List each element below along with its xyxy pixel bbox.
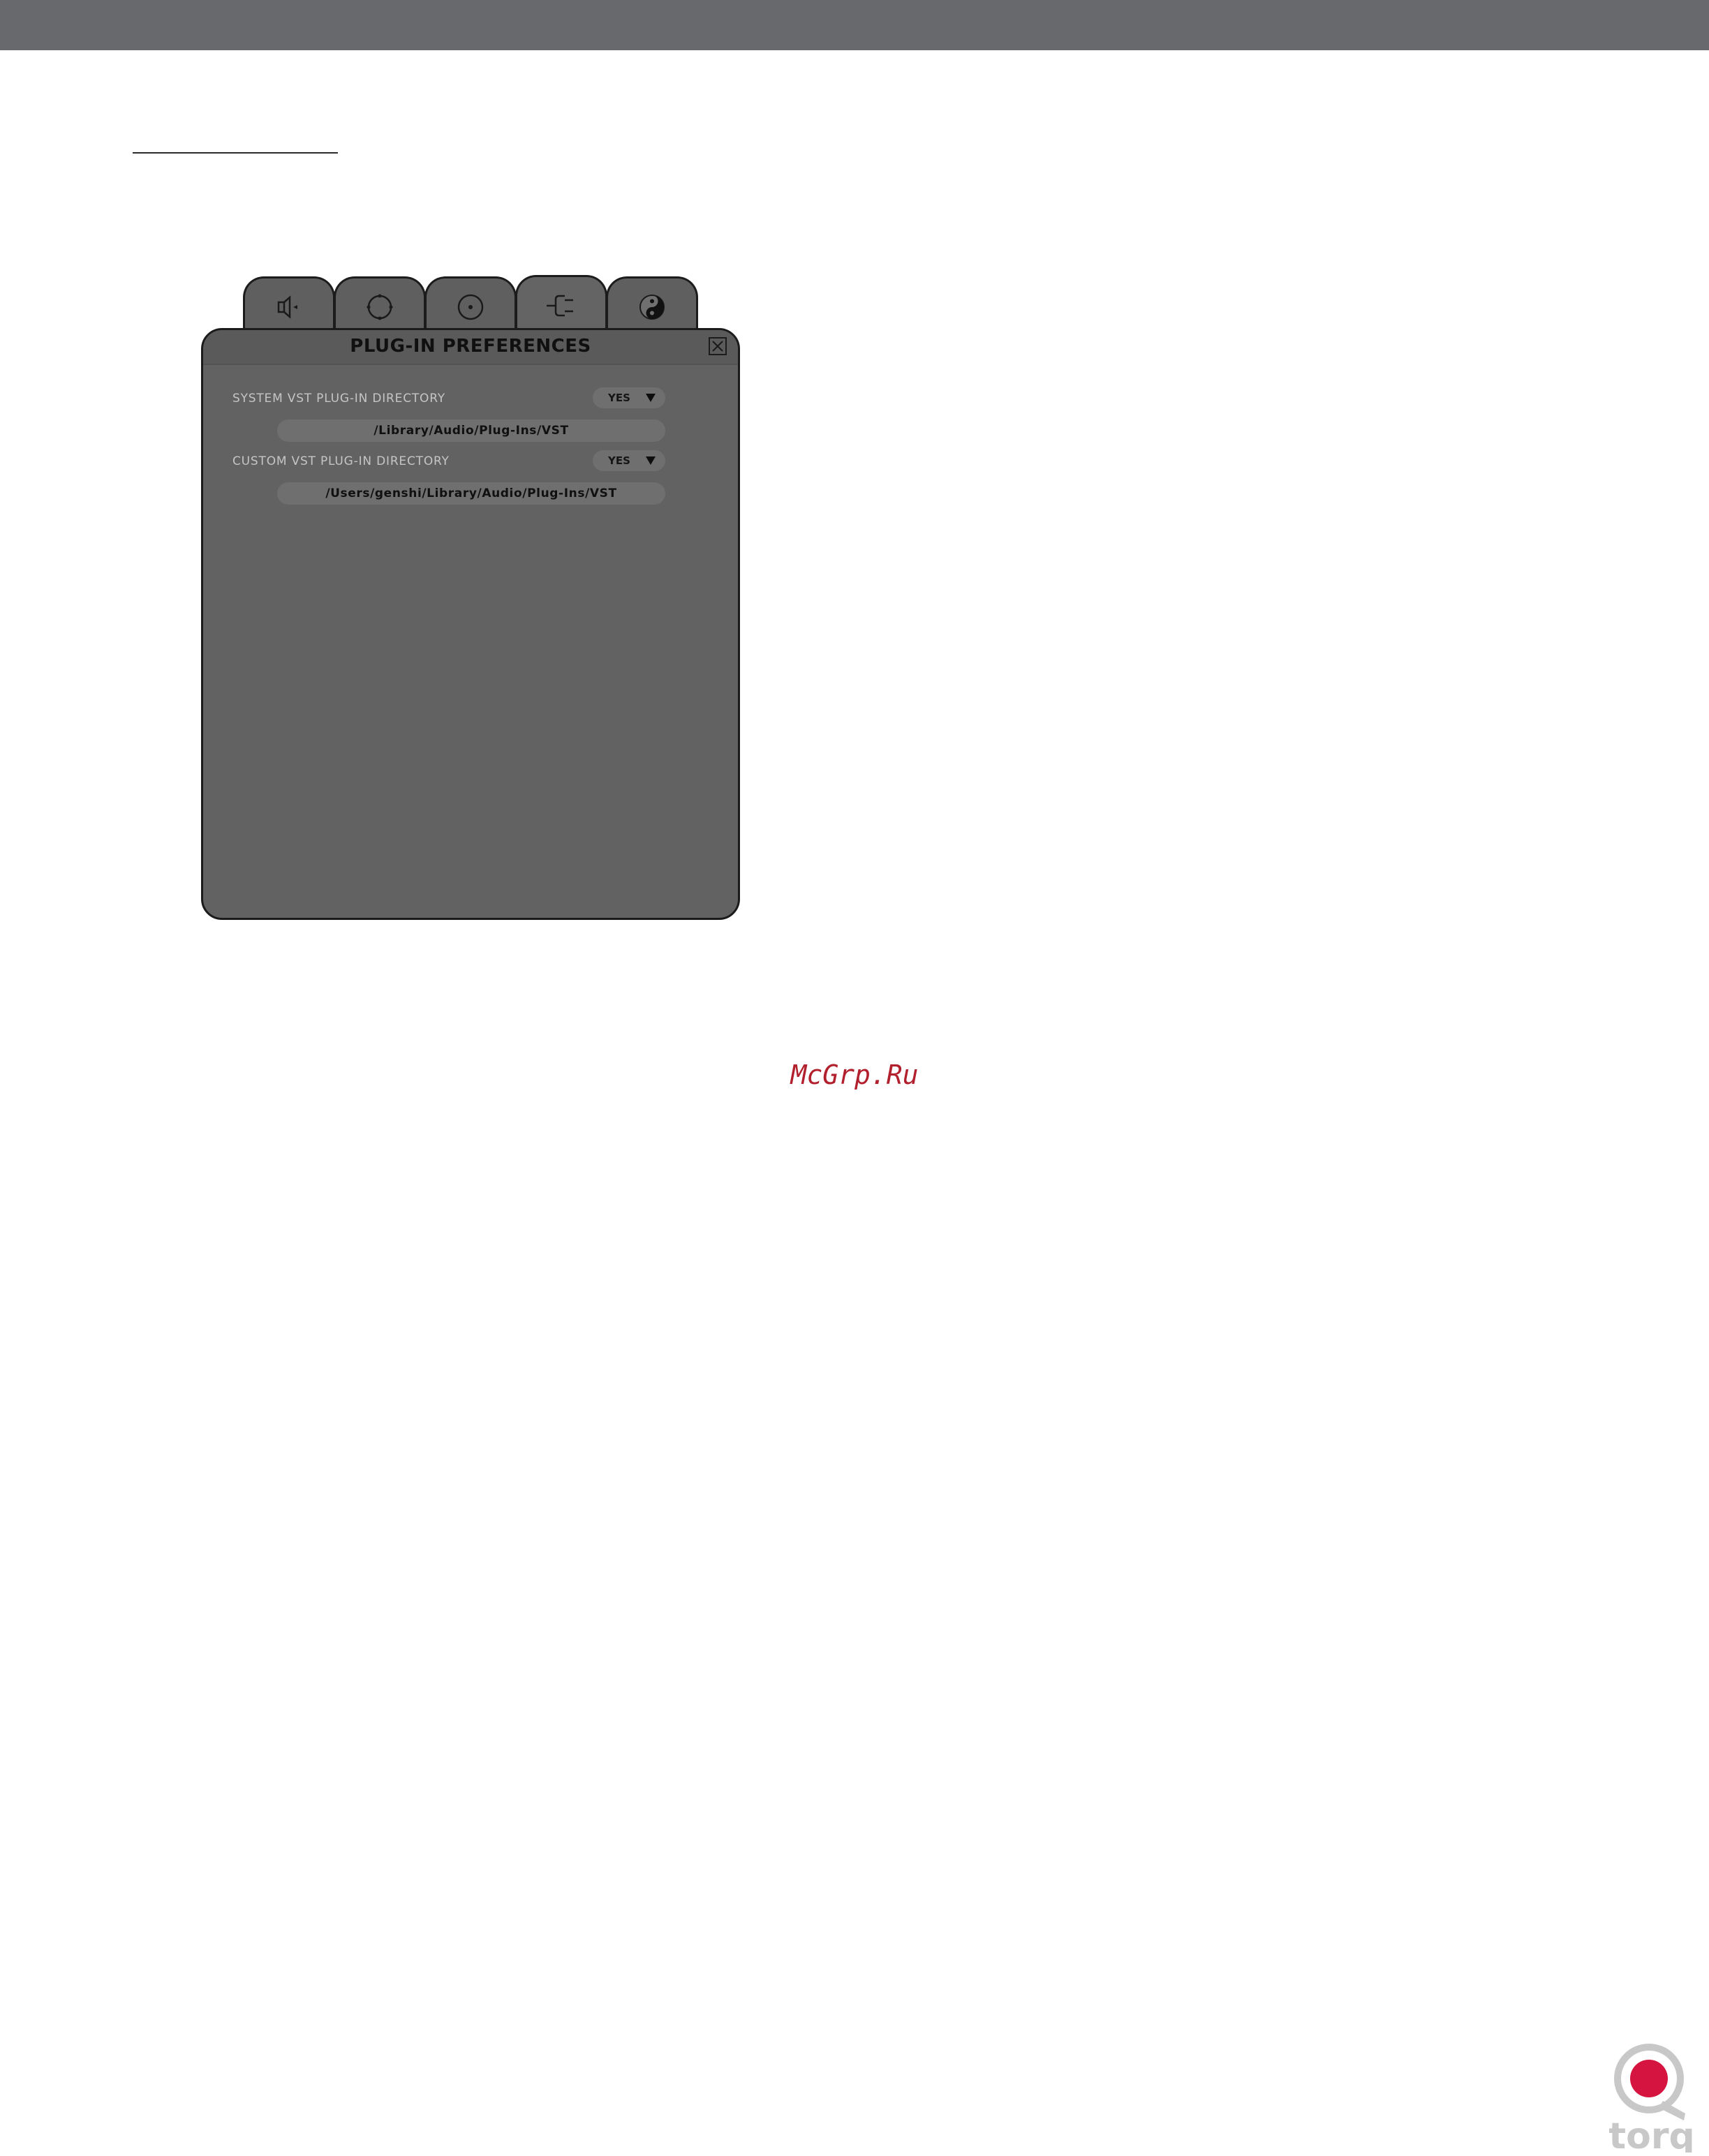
window-header: PLUG-IN PREFERENCES xyxy=(203,330,738,365)
dropdown-value: YES xyxy=(608,454,630,467)
system-vst-label: SYSTEM VST PLUG-IN DIRECTORY xyxy=(232,392,445,406)
tab-plug-in[interactable] xyxy=(515,275,607,334)
watermark-text: McGrp.Ru xyxy=(790,1060,919,1090)
section-underline xyxy=(133,152,338,154)
top-banner xyxy=(0,0,1709,50)
torq-logo: torq xyxy=(1608,2044,1695,2153)
close-button[interactable] xyxy=(709,337,727,355)
system-vst-path-field[interactable]: /Library/Audio/Plug-Ins/VST xyxy=(277,419,665,442)
dotted-circle-icon xyxy=(367,294,393,320)
close-icon xyxy=(712,341,723,352)
dropdown-value: YES xyxy=(608,392,630,404)
plug-icon xyxy=(547,295,573,316)
tab-appearance[interactable] xyxy=(606,276,698,335)
custom-vst-dropdown[interactable]: YES xyxy=(593,450,665,471)
tab-audio[interactable] xyxy=(243,276,335,335)
system-vst-dropdown[interactable]: YES xyxy=(593,387,665,408)
speaker-icon xyxy=(277,295,297,319)
yin-yang-icon xyxy=(639,294,665,320)
dropdown-arrow-icon xyxy=(646,456,656,465)
logo-text: torq xyxy=(1608,2116,1694,2153)
custom-vst-label: CUSTOM VST PLUG-IN DIRECTORY xyxy=(232,454,450,468)
custom-vst-path-field[interactable]: /Users/genshi/Library/Audio/Plug-Ins/VST xyxy=(277,482,665,505)
window-title: PLUG-IN PREFERENCES xyxy=(350,336,591,357)
plugin-preferences-window: PLUG-IN PREFERENCES SYSTEM VST PLUG-IN D… xyxy=(201,328,740,920)
tab-record[interactable] xyxy=(424,276,517,335)
dropdown-arrow-icon xyxy=(646,394,656,402)
record-icon xyxy=(457,294,484,320)
tab-controller[interactable] xyxy=(334,276,426,335)
